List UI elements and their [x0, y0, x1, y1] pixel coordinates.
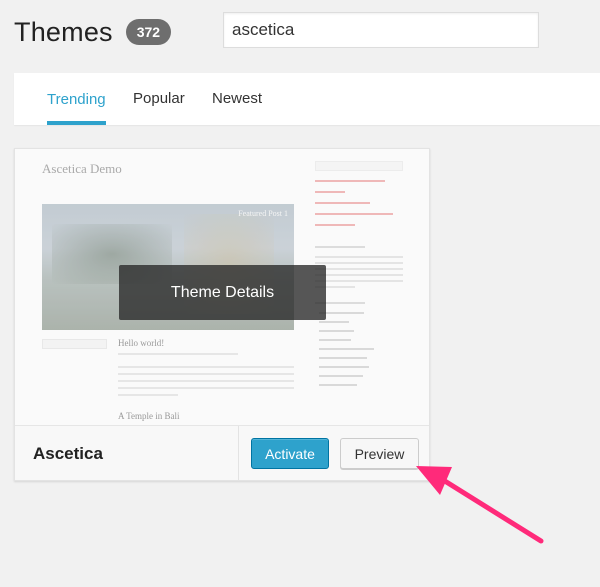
screenshot-sidebar-link [315, 202, 370, 204]
screenshot-text-line [118, 387, 294, 389]
page-title: Themes [14, 16, 113, 47]
screenshot-sidebar-text [315, 280, 403, 282]
screenshot-sidebar-link [315, 180, 385, 182]
theme-card-footer: Ascetica Activate Preview [15, 425, 429, 481]
theme-name: Ascetica [33, 444, 103, 463]
screenshot-sidebar-item [319, 384, 357, 386]
screenshot-sidebar-text [315, 256, 403, 258]
footer-divider [238, 426, 239, 481]
preview-button[interactable]: Preview [340, 438, 419, 469]
theme-card[interactable]: Ascetica Demo Featured Post 1 Hello worl… [14, 148, 430, 481]
screenshot-sidebar-item [319, 357, 367, 359]
theme-search-input[interactable] [223, 12, 539, 48]
screenshot-text-line [118, 380, 294, 382]
screenshot-sidebar-text [315, 268, 403, 270]
theme-details-button[interactable]: Theme Details [119, 265, 326, 320]
screenshot-second-post-title: A Temple in Bali [118, 411, 180, 421]
screenshot-search-box [42, 339, 107, 349]
screenshot-sidebar-text [315, 262, 403, 264]
theme-screenshot[interactable]: Ascetica Demo Featured Post 1 Hello worl… [15, 149, 429, 425]
arrow-shaft [437, 475, 544, 544]
screenshot-text-line [118, 394, 178, 396]
screenshot-demo-title: Ascetica Demo [42, 161, 122, 176]
theme-filter-bar: Trending Popular Newest [14, 73, 600, 125]
screenshot-meta-line [118, 353, 238, 355]
screenshot-sidebar-item [319, 366, 369, 368]
screenshot-sidebar-link [315, 213, 393, 215]
theme-count-badge: 372 [125, 19, 172, 45]
screenshot-sidebar-item [319, 321, 349, 323]
screenshot-sidebar-heading [315, 246, 365, 248]
screenshot-sidebar-item [319, 339, 351, 341]
screenshot-sidebar-link [315, 191, 345, 193]
screenshot-sidebar-text [315, 274, 403, 276]
tab-popular[interactable]: Popular [133, 73, 185, 125]
page-header: Themes 372 [14, 12, 172, 52]
screenshot-sidebar-link [315, 224, 355, 226]
screenshot-text-line [118, 366, 294, 368]
screenshot-text-line [118, 373, 294, 375]
tab-newest[interactable]: Newest [212, 73, 262, 125]
screenshot-post-title: Hello world! [118, 338, 165, 348]
screenshot-sidebar-item [319, 348, 374, 350]
screenshot-featured-label: Featured Post 1 [238, 209, 288, 218]
activate-button[interactable]: Activate [251, 438, 329, 469]
screenshot-sidebar-item [319, 330, 354, 332]
screenshot-sidebar [315, 161, 403, 386]
tab-trending[interactable]: Trending [47, 73, 106, 125]
screenshot-sidebar-search [315, 161, 403, 171]
screenshot-sidebar-item [319, 375, 363, 377]
